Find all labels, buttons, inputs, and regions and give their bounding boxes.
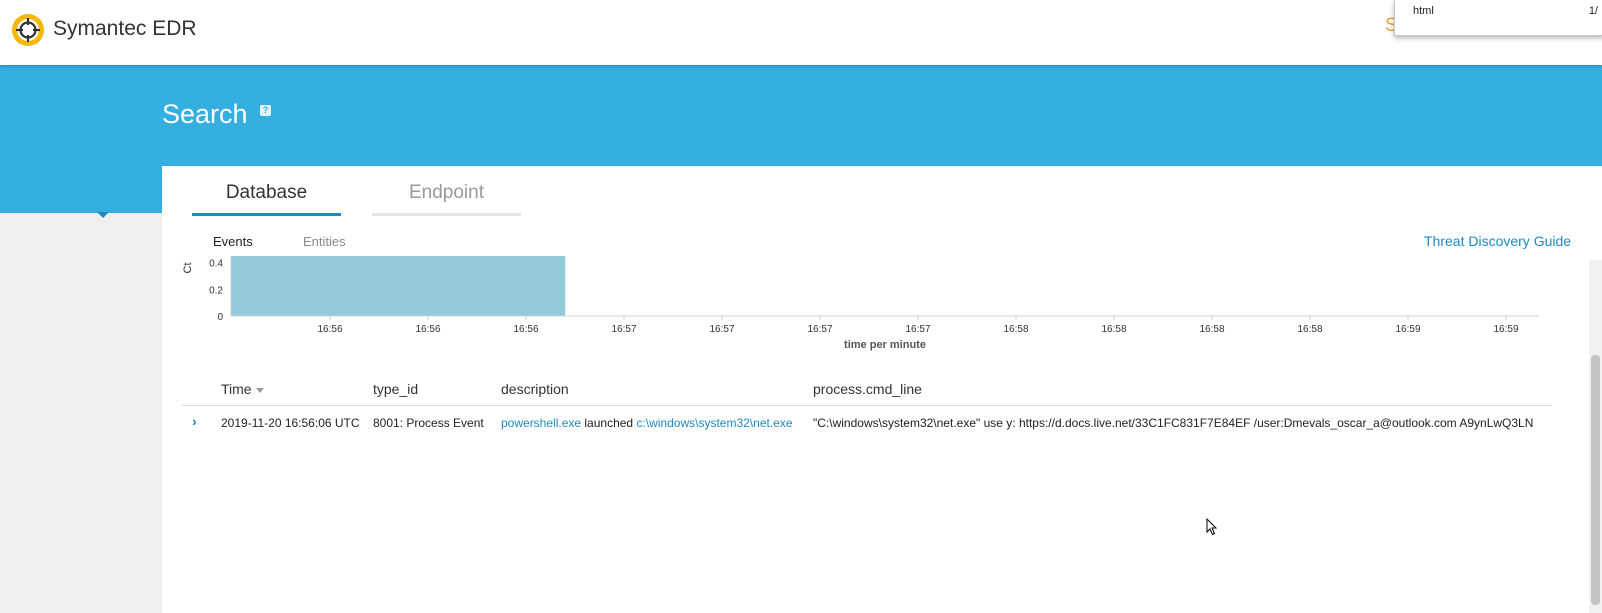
- chart-x-tick-label: 16:56: [415, 324, 440, 335]
- search-panel: Database Endpoint Events Entities Threat…: [162, 166, 1602, 613]
- sort-desc-icon: [255, 387, 264, 393]
- html-popup[interactable]: html 1/: [1394, 0, 1602, 36]
- row-expand-chevron-icon[interactable]: ›: [192, 413, 197, 429]
- chart-x-tick-label: 16:56: [317, 324, 342, 335]
- popup-value: 1/: [1588, 5, 1598, 17]
- chart-y-axis-label: Ct: [182, 263, 194, 274]
- column-header-cmd-line[interactable]: process.cmd_line: [813, 381, 922, 397]
- row-description: powershell.exe launched c:\windows\syste…: [501, 416, 793, 430]
- chart-x-tick-label: 16:59: [1493, 324, 1518, 335]
- chart-x-tick-label: 16:58: [1101, 324, 1126, 335]
- subtab-events[interactable]: Events: [213, 234, 253, 249]
- row-cmd-line: "C:\windows\system32\net.exe" use y: htt…: [813, 416, 1534, 430]
- threat-discovery-guide-link[interactable]: Threat Discovery Guide: [1424, 233, 1571, 249]
- tab-endpoint[interactable]: Endpoint: [372, 166, 521, 216]
- chart-x-tick-label: 16:57: [905, 324, 930, 335]
- column-header-description[interactable]: description: [501, 381, 569, 397]
- chart-y-tick-label: 0.4: [209, 259, 223, 270]
- subtab-entities[interactable]: Entities: [303, 234, 346, 249]
- chart-bar: [231, 256, 566, 316]
- active-tab-indicator: [97, 212, 109, 218]
- chart-x-tick-label: 16:56: [513, 324, 538, 335]
- row-time: 2019-11-20 16:56:06 UTC: [221, 416, 360, 430]
- column-header-time-label: Time: [221, 381, 252, 397]
- top-header: Symantec EDR S: [0, 0, 1602, 65]
- column-header-type-id[interactable]: type_id: [373, 381, 418, 397]
- chart-x-tick-label: 16:57: [807, 324, 832, 335]
- desc-verb: launched: [581, 416, 637, 430]
- chart-y-tick-label: 0.2: [209, 285, 223, 296]
- page-title: Search: [162, 99, 248, 129]
- tab-database[interactable]: Database: [192, 166, 341, 216]
- page-scrollbar[interactable]: [1589, 260, 1602, 613]
- mouse-cursor-icon: [1206, 518, 1218, 536]
- chart-x-axis-label: time per minute: [844, 339, 926, 351]
- chart-x-tick-label: 16:58: [1297, 324, 1322, 335]
- app-title: Symantec EDR: [53, 17, 197, 40]
- chart-x-tick-label: 16:59: [1395, 324, 1420, 335]
- row-type-id: 8001: Process Event: [373, 416, 484, 430]
- symantec-logo-icon: [12, 14, 44, 46]
- target-link[interactable]: c:\windows\system32\net.exe: [636, 416, 792, 430]
- help-icon[interactable]: ?: [260, 105, 271, 116]
- header-divider: [182, 405, 1552, 406]
- chart-x-tick-label: 16:57: [709, 324, 734, 335]
- popup-label: html: [1413, 5, 1434, 17]
- chart-y-tick-label: 0: [217, 312, 223, 323]
- app-window: Symantec EDR S html 1/ Search ? Database…: [0, 0, 1602, 613]
- scrollbar-thumb[interactable]: [1591, 355, 1600, 605]
- chart-x-tick-label: 16:58: [1003, 324, 1028, 335]
- process-link[interactable]: powershell.exe: [501, 416, 581, 430]
- column-header-time[interactable]: Time: [221, 381, 264, 397]
- events-histogram-chart: 0 0.2 0.4 Ct 16:56 16:56 16:56 16:57 16:57 16:57 1…: [182, 256, 1539, 351]
- chart-x-tick-label: 16:58: [1199, 324, 1224, 335]
- chart-x-tick-label: 16:57: [611, 324, 636, 335]
